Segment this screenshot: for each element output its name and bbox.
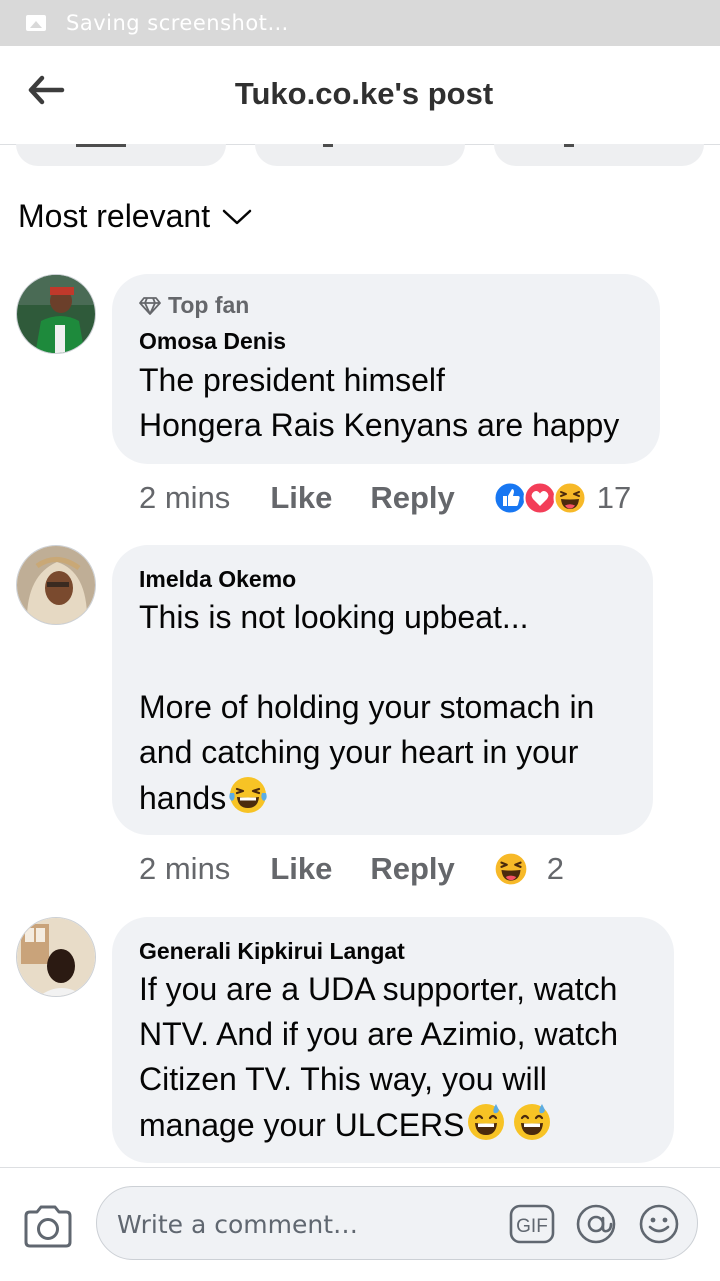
comment-author[interactable]: Generali Kipkirui Langat	[139, 938, 405, 965]
status-text: Saving screenshot…	[66, 11, 289, 35]
header: Tuko.co.ke's post	[0, 46, 720, 145]
reply-button[interactable]: Reply	[370, 851, 454, 887]
comment-text: This is not looking upbeat... More of ho…	[139, 595, 594, 827]
comment-time[interactable]: 2 mins	[139, 480, 230, 516]
comment-time[interactable]: 2 mins	[139, 851, 230, 887]
image-icon	[26, 15, 46, 31]
share-action-pill[interactable]	[494, 144, 704, 166]
camera-icon	[24, 1205, 72, 1248]
at-sign-icon	[576, 1204, 616, 1244]
comment-bubble[interactable]: Generali Kipkirui Langat If you are a UD…	[112, 917, 674, 1163]
mention-button[interactable]	[573, 1204, 619, 1249]
tears-of-joy-emoji-icon	[228, 775, 268, 827]
comment-author[interactable]: Imelda Okemo	[139, 566, 296, 593]
love-reaction-icon	[523, 481, 557, 515]
like-button[interactable]: Like	[270, 480, 332, 516]
comment-bubble[interactable]: Imelda Okemo This is not looking upbeat.…	[112, 545, 653, 835]
sort-dropdown[interactable]: Most relevant	[18, 198, 252, 235]
like-button[interactable]: Like	[270, 851, 332, 887]
reaction-summary[interactable]: 2	[493, 851, 564, 887]
reaction-count: 2	[546, 851, 565, 886]
page-title: Tuko.co.ke's post	[234, 76, 494, 111]
reaction-count: 17	[596, 480, 632, 515]
grinning-sweat-emoji-icon	[466, 1102, 506, 1154]
svg-text:GIF: GIF	[516, 1216, 548, 1237]
status-bar: Saving screenshot…	[0, 0, 720, 46]
diamond-icon	[139, 296, 161, 315]
comment-input-box[interactable]: GIF	[96, 1186, 698, 1260]
reply-button[interactable]: Reply	[370, 480, 454, 516]
comment-actions: 2 mins Like Reply 2	[139, 851, 564, 887]
comment-input[interactable]	[115, 1202, 499, 1246]
emoji-button[interactable]	[637, 1204, 681, 1249]
camera-button[interactable]	[22, 1204, 74, 1253]
reaction-summary[interactable]: 17	[493, 480, 631, 516]
comment-action-pill[interactable]	[255, 144, 465, 166]
comment-text: The president himself Hongera Rais Kenya…	[139, 362, 620, 443]
haha-reaction-icon	[493, 851, 529, 887]
comment-author[interactable]: Omosa Denis	[139, 328, 286, 355]
chevron-down-icon	[222, 209, 252, 224]
like-reaction-icon	[493, 481, 527, 515]
gif-button[interactable]: GIF	[509, 1204, 555, 1249]
comment-composer: GIF	[0, 1167, 720, 1281]
top-fan-badge: Top fan	[138, 292, 249, 319]
avatar[interactable]	[16, 545, 96, 625]
like-action-pill[interactable]	[16, 144, 226, 166]
sort-label: Most relevant	[18, 198, 211, 234]
smiley-icon	[639, 1204, 679, 1244]
gif-icon: GIF	[509, 1204, 555, 1244]
haha-reaction-icon	[553, 481, 587, 515]
comment-bubble[interactable]: Top fan Omosa Denis The president himsel…	[112, 274, 660, 464]
avatar[interactable]	[16, 917, 96, 997]
avatar[interactable]	[16, 274, 96, 354]
comment-actions: 2 mins Like Reply 17	[139, 480, 631, 516]
comment-text: If you are a UDA supporter, watch NTV. A…	[139, 967, 618, 1154]
grinning-sweat-emoji-icon	[512, 1102, 552, 1154]
